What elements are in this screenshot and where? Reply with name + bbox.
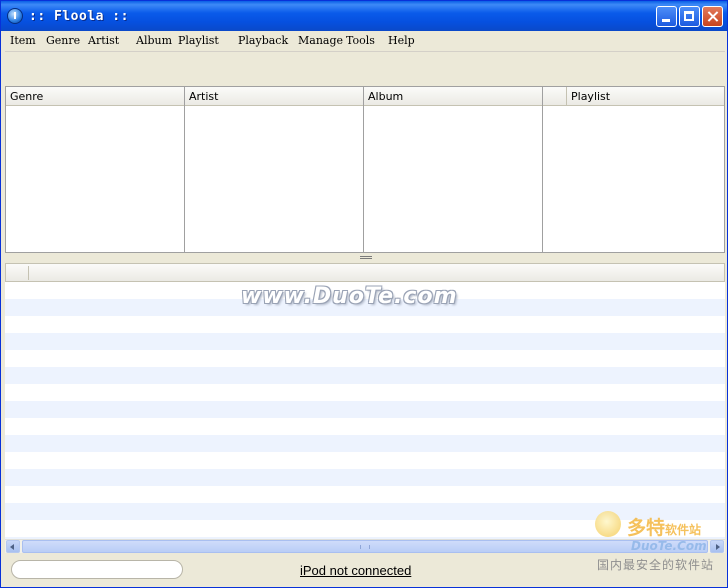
table-row[interactable] [5,333,725,350]
menu-playlist[interactable]: Playlist [178,34,219,47]
table-row[interactable] [5,350,725,367]
table-row[interactable] [5,452,725,469]
menu-artist[interactable]: Artist [88,34,119,47]
genre-column-header[interactable]: Genre [6,87,184,106]
window-title: :: Floola :: [29,9,129,24]
column-divider[interactable] [28,266,29,280]
menu-help[interactable]: Help [388,34,415,47]
table-row[interactable] [5,401,725,418]
playlist-header-row: Playlist [543,87,724,106]
table-row[interactable] [5,469,725,486]
menu-manage[interactable]: Manage [298,34,343,47]
toolbar [5,51,725,87]
table-row[interactable] [5,384,725,401]
watermark-text: www.DuoTe.com [241,284,458,309]
track-list-header[interactable] [5,263,725,282]
logo-tagline: 国内最安全的软件站 [597,558,715,572]
logo-brand-en: DuoTe.Com [631,539,707,553]
app-icon[interactable] [7,8,23,24]
album-pane[interactable]: Album [364,87,543,252]
table-row[interactable] [5,435,725,452]
playlist-pane[interactable]: Playlist [543,87,724,252]
table-row[interactable] [5,367,725,384]
table-row[interactable] [5,486,725,503]
close-button[interactable] [702,6,723,27]
minimize-button[interactable] [656,6,677,27]
menu-tools[interactable]: Tools [346,34,375,47]
artist-pane[interactable]: Artist [185,87,364,252]
table-row[interactable] [5,418,725,435]
menu-playback[interactable]: Playback [238,34,288,47]
title-bar[interactable]: :: Floola :: [1,1,727,31]
playlist-icon-column[interactable] [543,87,567,105]
logo-brand: 多特软件站 [627,517,702,539]
maximize-button[interactable] [679,6,700,27]
mascot-icon [595,511,621,537]
browser-panes: Genre Artist Album Playlist [5,86,725,253]
scroll-left-icon[interactable] [6,540,20,553]
app-window: :: Floola :: Item Genre Artist Album Pla… [0,0,728,588]
artist-column-header[interactable]: Artist [185,87,363,106]
splitter-grip-icon [360,256,372,257]
album-column-header[interactable]: Album [364,87,542,106]
table-row[interactable] [5,316,725,333]
playlist-column-header[interactable]: Playlist [571,87,610,106]
track-list[interactable] [5,282,725,539]
menu-album[interactable]: Album [136,34,172,47]
menu-bar: Item Genre Artist Album Playlist Playbac… [5,32,725,51]
duote-logo: 多特软件站 DuoTe.Com 国内最安全的软件站 [591,511,727,577]
menu-item[interactable]: Item [10,34,36,47]
genre-pane[interactable]: Genre [6,87,185,252]
pane-splitter[interactable] [5,253,725,263]
ipod-status-link[interactable]: iPod not connected [300,563,411,578]
menu-genre[interactable]: Genre [46,34,80,47]
search-input[interactable] [11,560,183,579]
